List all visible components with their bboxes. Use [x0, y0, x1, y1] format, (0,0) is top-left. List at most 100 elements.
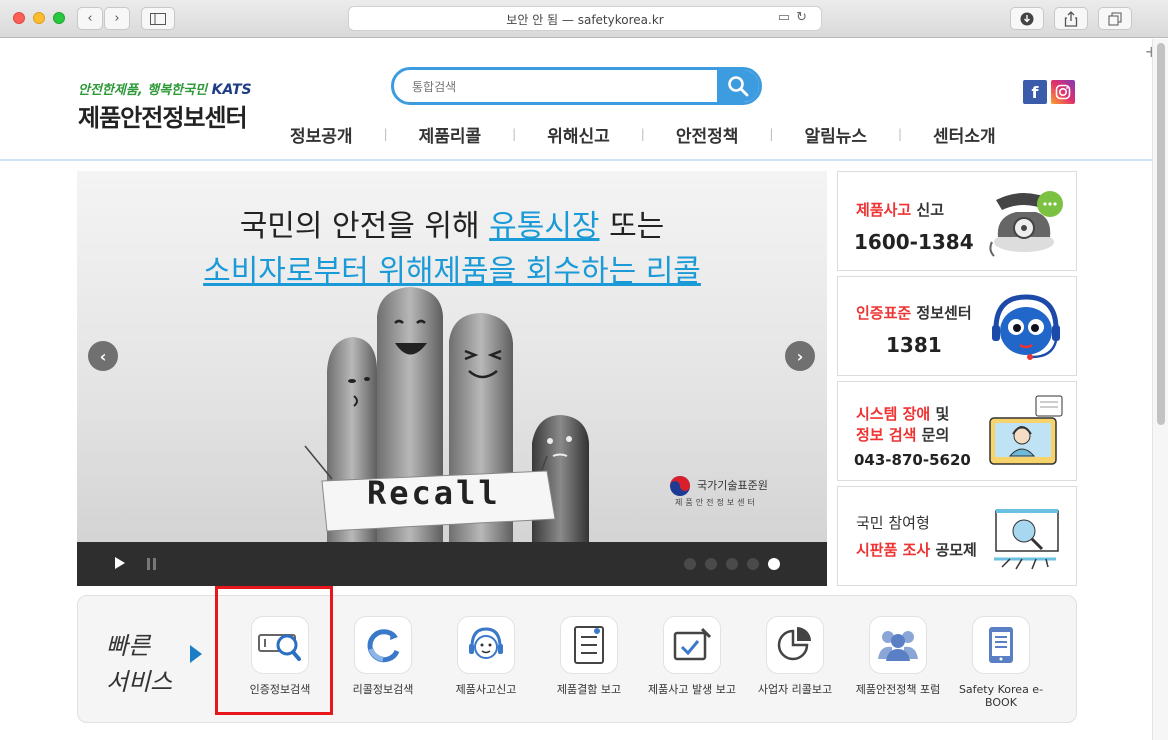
banner-pagination — [684, 558, 780, 570]
nav-safety-policy[interactable]: 안전정책 — [676, 122, 739, 147]
card-phone-number: 1600-1384 — [854, 230, 974, 254]
quick-title-line-1: 빠른 — [106, 632, 151, 660]
card-line-1: 시스템 장애 및 — [856, 403, 949, 424]
banner-prev-button[interactable]: ‹ — [88, 341, 118, 371]
nav-separator: | — [512, 127, 517, 141]
back-button[interactable]: ‹ — [77, 7, 103, 30]
search-button[interactable] — [717, 70, 759, 102]
nav-about[interactable]: 센터소개 — [933, 122, 996, 147]
service-recall-info-search[interactable]: 리콜정보검색 — [333, 616, 433, 696]
org-name: 국가기술표준원 — [697, 479, 768, 492]
pause-icon[interactable] — [147, 558, 156, 570]
card-title-red: 시스템 장애 — [856, 405, 931, 423]
service-icon-box — [354, 616, 412, 674]
card-title-red: 인증표준 — [856, 304, 912, 322]
service-accident-report[interactable]: 제품사고신고 — [436, 616, 536, 696]
chevron-left-icon: ‹ — [87, 11, 93, 26]
highlight-box — [215, 586, 333, 715]
service-defect-report[interactable]: 제품결함 보고 — [539, 616, 639, 696]
refresh-icon — [367, 629, 400, 663]
address-bar[interactable]: 보안 안 됨 — safetykorea.kr ▭↻ — [348, 6, 822, 31]
card-product-accident-report[interactable]: 제품사고 신고 1600-1384 — [837, 171, 1077, 271]
search-input[interactable] — [412, 77, 712, 97]
service-label: Safety Korea e-BOOK — [958, 683, 1044, 709]
tabs-button[interactable] — [1098, 7, 1132, 30]
chevron-right-icon: › — [796, 346, 804, 366]
downloads-button[interactable] — [1010, 7, 1044, 30]
card-title-rest: 및 — [930, 405, 950, 423]
site-slogan: 안전한제품, 행복한국민 KATS — [78, 79, 252, 98]
browser-toolbar: ‹ › 보안 안 됨 — safetykorea.kr ▭↻ — [0, 0, 1168, 38]
nav-separator: | — [640, 127, 645, 141]
zoom-window-button[interactable] — [53, 12, 65, 24]
reader-icon[interactable]: ▭ — [778, 10, 796, 25]
presentation-board-icon — [994, 509, 1059, 570]
instagram-icon[interactable] — [1051, 80, 1075, 104]
service-label: 제품안전정책 포럼 — [855, 683, 941, 696]
facebook-icon[interactable]: f — [1023, 80, 1047, 104]
nav-news[interactable]: 알림뉴스 — [804, 122, 867, 147]
banner-dot[interactable] — [747, 558, 759, 570]
slogan-text: 안전한제품, 행복한국민 — [78, 83, 208, 98]
service-ebook[interactable]: Safety Korea e-BOOK — [951, 616, 1051, 709]
site-title[interactable]: 제품안전정보센터 — [78, 98, 248, 133]
card-phone-number: 1381 — [886, 333, 942, 357]
address-url: 보안 안 됨 — safetykorea.kr — [506, 13, 664, 27]
service-label: 사업자 리콜보고 — [757, 683, 833, 696]
service-label: 리콜정보검색 — [352, 683, 414, 696]
share-button[interactable] — [1054, 7, 1088, 30]
close-window-button[interactable] — [13, 12, 25, 24]
nav-separator: | — [769, 127, 774, 141]
main-banner[interactable]: 국민의 안전을 위해 유통시장 또는 소비자로부터 위해제품을 회수하는 리콜 … — [77, 171, 827, 586]
nav-product-recall[interactable]: 제품리콜 — [419, 122, 482, 147]
card-title-red: 제품사고 — [856, 201, 912, 219]
banner-dot-active[interactable] — [768, 558, 780, 570]
taegeuk-icon — [670, 476, 690, 496]
card-line-2: 정보 검색 문의 — [856, 424, 949, 445]
service-label: 제품결함 보고 — [556, 683, 622, 696]
card-line-1: 국민 참여형 — [856, 514, 930, 532]
facebook-glyph: f — [1031, 82, 1039, 102]
card-title: 인증표준 정보센터 — [856, 302, 972, 323]
card-title: 제품사고 신고 — [856, 199, 944, 220]
page-scrollbar[interactable] — [1152, 39, 1168, 740]
card-title-red: 정보 검색 — [856, 426, 917, 444]
download-icon — [1020, 12, 1034, 25]
nav-info-disclosure[interactable]: 정보공개 — [290, 122, 353, 147]
service-accident-occurrence-report[interactable]: 제품사고 발생 보고 — [642, 616, 742, 696]
support-monitor-icon — [989, 395, 1063, 465]
service-icon-box — [766, 616, 824, 674]
service-icon-box — [560, 616, 618, 674]
minimize-window-button[interactable] — [33, 12, 45, 24]
nav-separator: | — [383, 127, 388, 141]
forward-button[interactable]: › — [104, 7, 130, 30]
card-system-inquiry[interactable]: 시스템 장애 및 정보 검색 문의 043-870-5620 — [837, 381, 1077, 481]
service-business-recall-report[interactable]: 사업자 리콜보고 — [745, 616, 845, 696]
reload-icon[interactable]: ↻ — [796, 10, 813, 25]
banner-controls — [77, 542, 827, 586]
banner-dot[interactable] — [705, 558, 717, 570]
card-title-rest: 정보센터 — [911, 304, 972, 322]
search-icon — [728, 76, 749, 97]
instagram-glyph — [1055, 84, 1071, 100]
play-icon[interactable] — [115, 557, 125, 569]
banner-dot[interactable] — [684, 558, 696, 570]
banner-next-button[interactable]: › — [785, 341, 815, 371]
recall-sign-text: Recall — [367, 474, 501, 512]
sidebar-toggle-button[interactable] — [141, 7, 175, 30]
service-label: 제품사고 발생 보고 — [648, 683, 736, 696]
users-group-icon — [878, 631, 918, 661]
nav-hazard-report[interactable]: 위해신고 — [547, 122, 610, 147]
banner-dot[interactable] — [726, 558, 738, 570]
tabs-icon — [1108, 12, 1122, 25]
service-policy-forum[interactable]: 제품안전정책 포럼 — [848, 616, 948, 696]
quick-services-title: 빠른 서비스 — [106, 628, 172, 700]
service-icon-box — [972, 616, 1030, 674]
scrollbar-thumb[interactable] — [1157, 43, 1165, 425]
card-title-red: 시판품 조사 — [856, 541, 931, 559]
card-market-survey[interactable]: 국민 참여형 시판품 조사 공모제 — [837, 486, 1077, 586]
card-phone-number: 043-870-5620 — [854, 451, 971, 469]
service-icon-box — [869, 616, 927, 674]
quick-title-line-2: 서비스 — [106, 668, 173, 696]
card-certification-center[interactable]: 인증표준 정보센터 1381 — [837, 276, 1077, 376]
